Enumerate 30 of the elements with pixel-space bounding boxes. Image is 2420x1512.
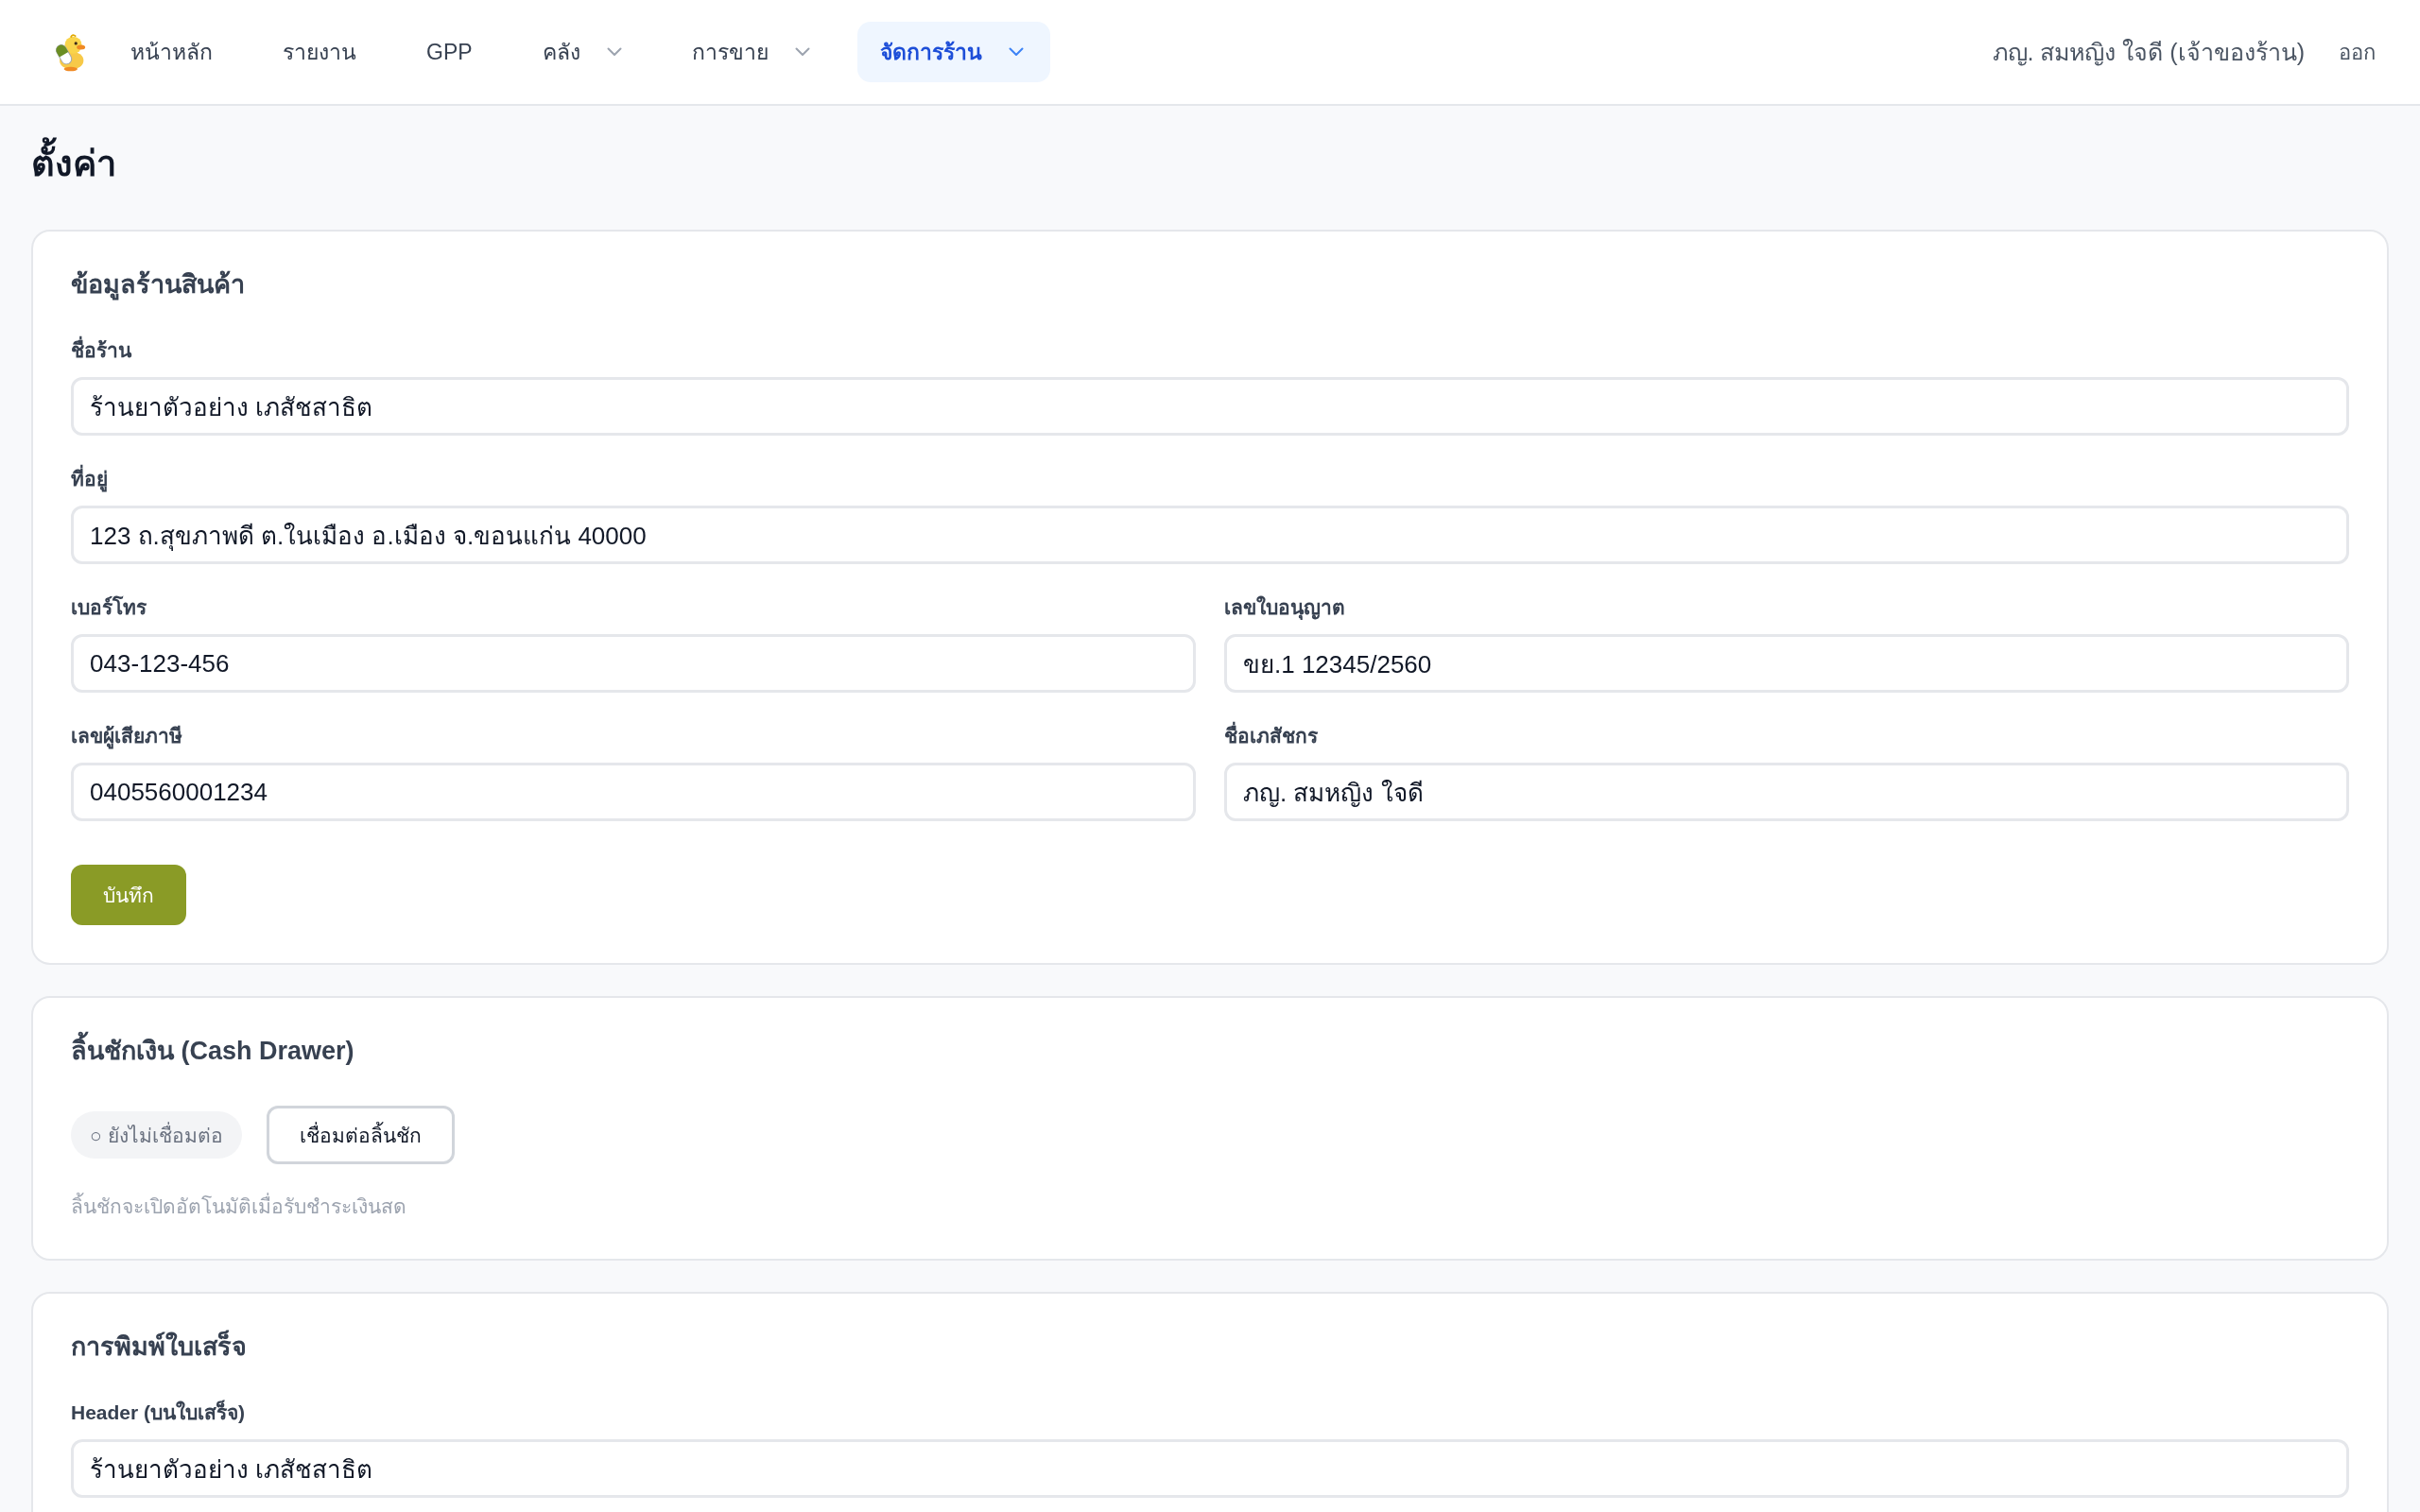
nav-link[interactable]: การขาย (668, 22, 837, 82)
input-field[interactable]: 0405560001234 (71, 763, 1196, 821)
section-title: การพิมพ์ใบเสร็จ (71, 1330, 247, 1364)
status-badge: ○ ยังไม่เชื่อมต่อ (71, 1111, 242, 1159)
input-field[interactable]: ภญ. สมหญิง ใจดี (1224, 763, 2349, 821)
user-name: ภญ. สมหญิง ใจดี (เจ้าของร้าน) (1992, 38, 2305, 68)
nav-link[interactable]: คลัง (519, 22, 648, 82)
nav-link[interactable]: GPP (404, 22, 499, 82)
nav-link[interactable]: หน้าหลัก (108, 22, 239, 82)
chevron-down-icon (794, 47, 810, 57)
input-field[interactable]: 043-123-456 (71, 634, 1196, 693)
field-label: ที่อยู่ (71, 464, 108, 494)
hint-text: ลิ้นชักจะเปิดอัตโนมัติเมื่อรับชำระเงินสด (71, 1193, 406, 1221)
logout-link[interactable]: ออก (2339, 35, 2376, 69)
field-label: Header (บนใบเสร็จ) (71, 1399, 246, 1425)
section-title: ข้อมูลร้านสินค้า (71, 269, 245, 301)
input-field[interactable]: 123 ถ.สุขภาพดี ต.ในเมือง อ.เมือง จ.ขอนแก่น 40000 (71, 506, 2349, 564)
field-label: เลขผู้เสียภาษี (71, 721, 182, 751)
nav-link[interactable]: รายงาน (260, 22, 383, 82)
field-label: ชื่อร้าน (71, 335, 131, 366)
field-label: ชื่อเภสัชกร (1224, 721, 1318, 751)
chevron-down-icon (606, 47, 622, 57)
input-field[interactable]: ร้านยาตัวอย่าง เภสัชสาธิต (71, 377, 2349, 436)
input-field[interactable]: ขย.1 12345/2560 (1224, 634, 2349, 693)
chevron-down-icon (1008, 47, 1024, 57)
nav-link[interactable]: จัดการร้าน (856, 22, 1050, 82)
field-label: เบอร์โทร (71, 594, 147, 620)
connect-button[interactable]: เชื่อมต่อลิ้นชัก (266, 1106, 455, 1164)
input-field[interactable]: ร้านยาตัวอย่าง เภสัชสาธิต (71, 1439, 2349, 1498)
field-label: เลขใบอนุญาต (1224, 594, 1345, 622)
